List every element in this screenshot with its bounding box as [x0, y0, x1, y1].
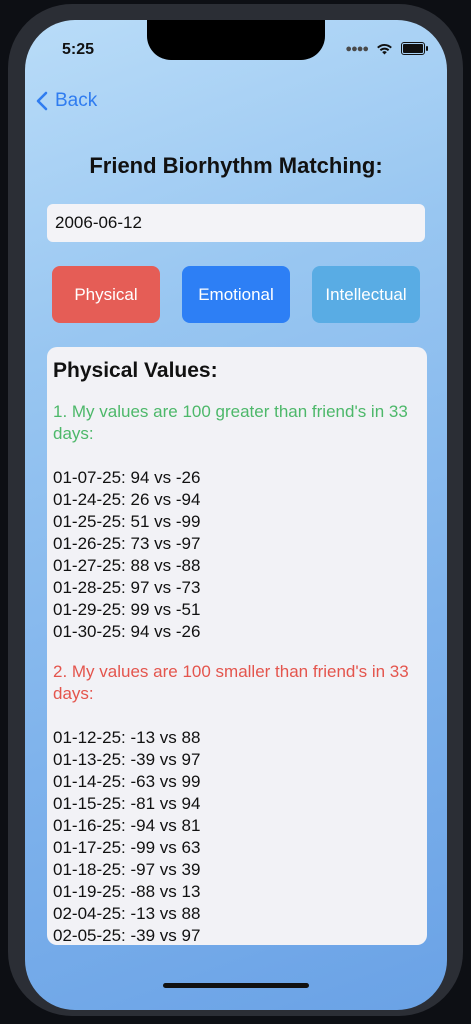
- battery-icon: [401, 42, 428, 55]
- list-item: 01-30-25: 94 vs -26: [53, 622, 201, 641]
- list-item: 01-17-25: -99 vs 63: [53, 838, 201, 857]
- emotional-button[interactable]: Emotional: [182, 266, 290, 323]
- list-item: 01-27-25: 88 vs -88: [53, 556, 201, 575]
- smaller-list: 01-12-25: -13 vs 88 01-13-25: -39 vs 97 …: [53, 727, 421, 945]
- list-item: 02-04-25: -13 vs 88: [53, 904, 201, 923]
- list-item: 01-25-25: 51 vs -99: [53, 512, 201, 531]
- device-frame: 5:25 ●●●● Back Friend Biorhythm Matching…: [0, 0, 471, 1024]
- results-title: Physical Values:: [53, 359, 218, 382]
- page-title: Friend Biorhythm Matching:: [89, 153, 383, 178]
- list-item: 01-16-25: -94 vs 81: [53, 816, 201, 835]
- greater-heading: 1. My values are 100 greater than friend…: [53, 402, 408, 443]
- list-item: 01-28-25: 97 vs -73: [53, 578, 201, 597]
- cellular-signal-icon: ●●●●: [345, 42, 369, 55]
- list-item: 01-14-25: -63 vs 99: [53, 772, 201, 791]
- camera-notch: [147, 20, 325, 60]
- chevron-left-icon: [36, 91, 48, 111]
- wifi-icon: [377, 43, 392, 55]
- status-icons: ●●●●: [345, 42, 428, 55]
- back-button[interactable]: Back: [35, 90, 97, 112]
- status-time: 5:25: [62, 41, 95, 58]
- list-item: 01-29-25: 99 vs -51: [53, 600, 201, 619]
- list-item: 01-07-25: 94 vs -26: [53, 468, 201, 487]
- physical-button[interactable]: Physical: [52, 266, 160, 323]
- results-card[interactable]: Physical Values: 1. My values are 100 gr…: [47, 347, 427, 945]
- list-item: 01-18-25: -97 vs 39: [53, 860, 201, 879]
- list-item: 01-13-25: -39 vs 97: [53, 750, 201, 769]
- list-item: 01-15-25: -81 vs 94: [53, 794, 201, 813]
- back-label: Back: [55, 90, 98, 111]
- list-item: 01-19-25: -88 vs 13: [53, 882, 201, 901]
- birthdate-input[interactable]: [47, 204, 425, 242]
- list-item: 01-12-25: -13 vs 88: [53, 728, 201, 747]
- list-item: 02-05-25: -39 vs 97: [53, 926, 201, 945]
- smaller-heading: 2. My values are 100 smaller than friend…: [53, 662, 409, 703]
- greater-list: 01-07-25: 94 vs -26 01-24-25: 26 vs -94 …: [53, 467, 421, 643]
- home-indicator[interactable]: [163, 983, 309, 988]
- intellectual-button[interactable]: Intellectual: [312, 266, 420, 323]
- app-screen: 5:25 ●●●● Back Friend Biorhythm Matching…: [25, 20, 447, 1010]
- list-item: 01-26-25: 73 vs -97: [53, 534, 201, 553]
- list-item: 01-24-25: 26 vs -94: [53, 490, 201, 509]
